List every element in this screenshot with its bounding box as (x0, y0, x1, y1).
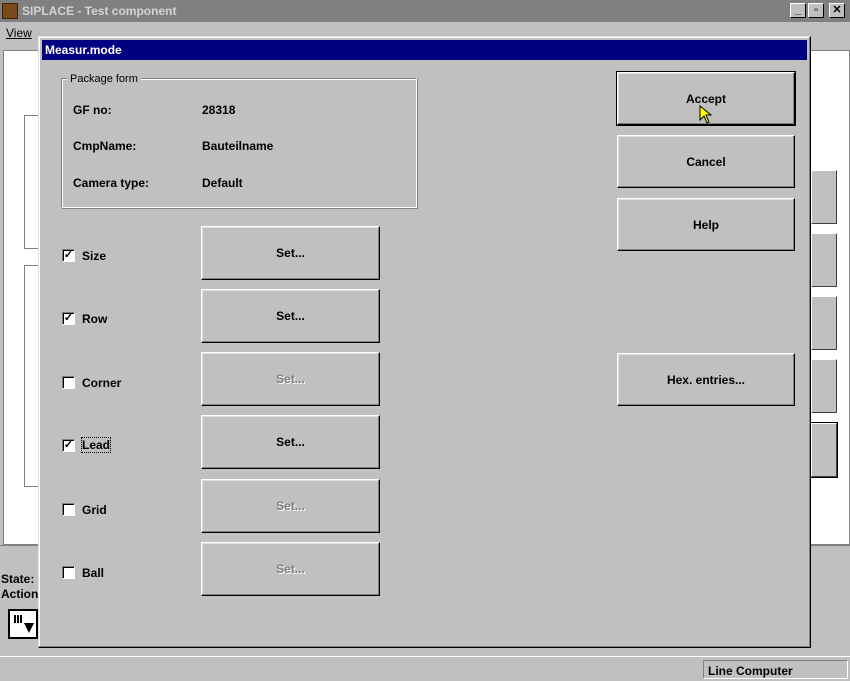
size-checkbox[interactable]: ✓ (62, 249, 75, 262)
background-button (811, 359, 837, 413)
cmpname-value: Bauteilname (202, 139, 274, 153)
app-titlebar: SIPLACE - Test component _ ▫ ✕ (0, 0, 850, 22)
background-button (811, 233, 837, 287)
grid-checkbox[interactable] (62, 503, 75, 516)
cancel-button[interactable]: Cancel (617, 135, 795, 188)
statusbar-line-computer: Line Computer (703, 660, 848, 679)
package-form-legend: Package form (67, 73, 141, 85)
dialog-title: Measur.mode (42, 40, 807, 60)
action-icon (8, 609, 38, 639)
corner-checkbox[interactable] (62, 376, 75, 389)
app-title: SIPLACE - Test component (22, 4, 177, 18)
close-button[interactable]: ✕ (829, 3, 845, 18)
background-button (811, 296, 837, 350)
background-button (811, 170, 837, 224)
grid-label: Grid (82, 503, 107, 517)
hex-entries-button[interactable]: Hex. entries... (617, 353, 795, 406)
ball-label: Ball (82, 566, 105, 580)
row-checkbox[interactable]: ✓ (62, 312, 75, 325)
corner-label: Corner (82, 376, 122, 390)
camera-type-value: Default (202, 176, 243, 190)
maximize-button[interactable]: ▫ (808, 3, 824, 18)
size-label: Size (82, 249, 107, 263)
size-set-button[interactable]: Set... (201, 226, 380, 280)
gf-no-value: 28318 (202, 103, 236, 117)
lead-set-button[interactable]: Set... (201, 415, 380, 469)
gf-no-label: GF no: (73, 103, 112, 117)
row-label: Row (82, 312, 108, 326)
grid-set-button[interactable]: Set... (201, 479, 380, 533)
lead-label: Lead (80, 437, 112, 453)
row-set-button[interactable]: Set... (201, 289, 380, 343)
minimize-button[interactable]: _ (790, 3, 806, 18)
measur-mode-dialog: Measur.mode Package form GF no: 28318 Cm… (38, 36, 811, 648)
help-button[interactable]: Help (617, 198, 795, 251)
menu-view[interactable]: View (6, 26, 32, 40)
state-label: State: (1, 572, 35, 586)
ball-set-button[interactable]: Set... (201, 542, 380, 596)
cmpname-label: CmpName: (73, 139, 137, 153)
background-button (810, 422, 838, 478)
camera-type-label: Camera type: (73, 176, 150, 190)
ball-checkbox[interactable] (62, 566, 75, 579)
app-icon (2, 3, 18, 19)
action-label: Action (1, 587, 39, 601)
lead-checkbox[interactable]: ✓ (62, 439, 75, 452)
corner-set-button[interactable]: Set... (201, 352, 380, 406)
mouse-cursor-icon (699, 105, 713, 124)
